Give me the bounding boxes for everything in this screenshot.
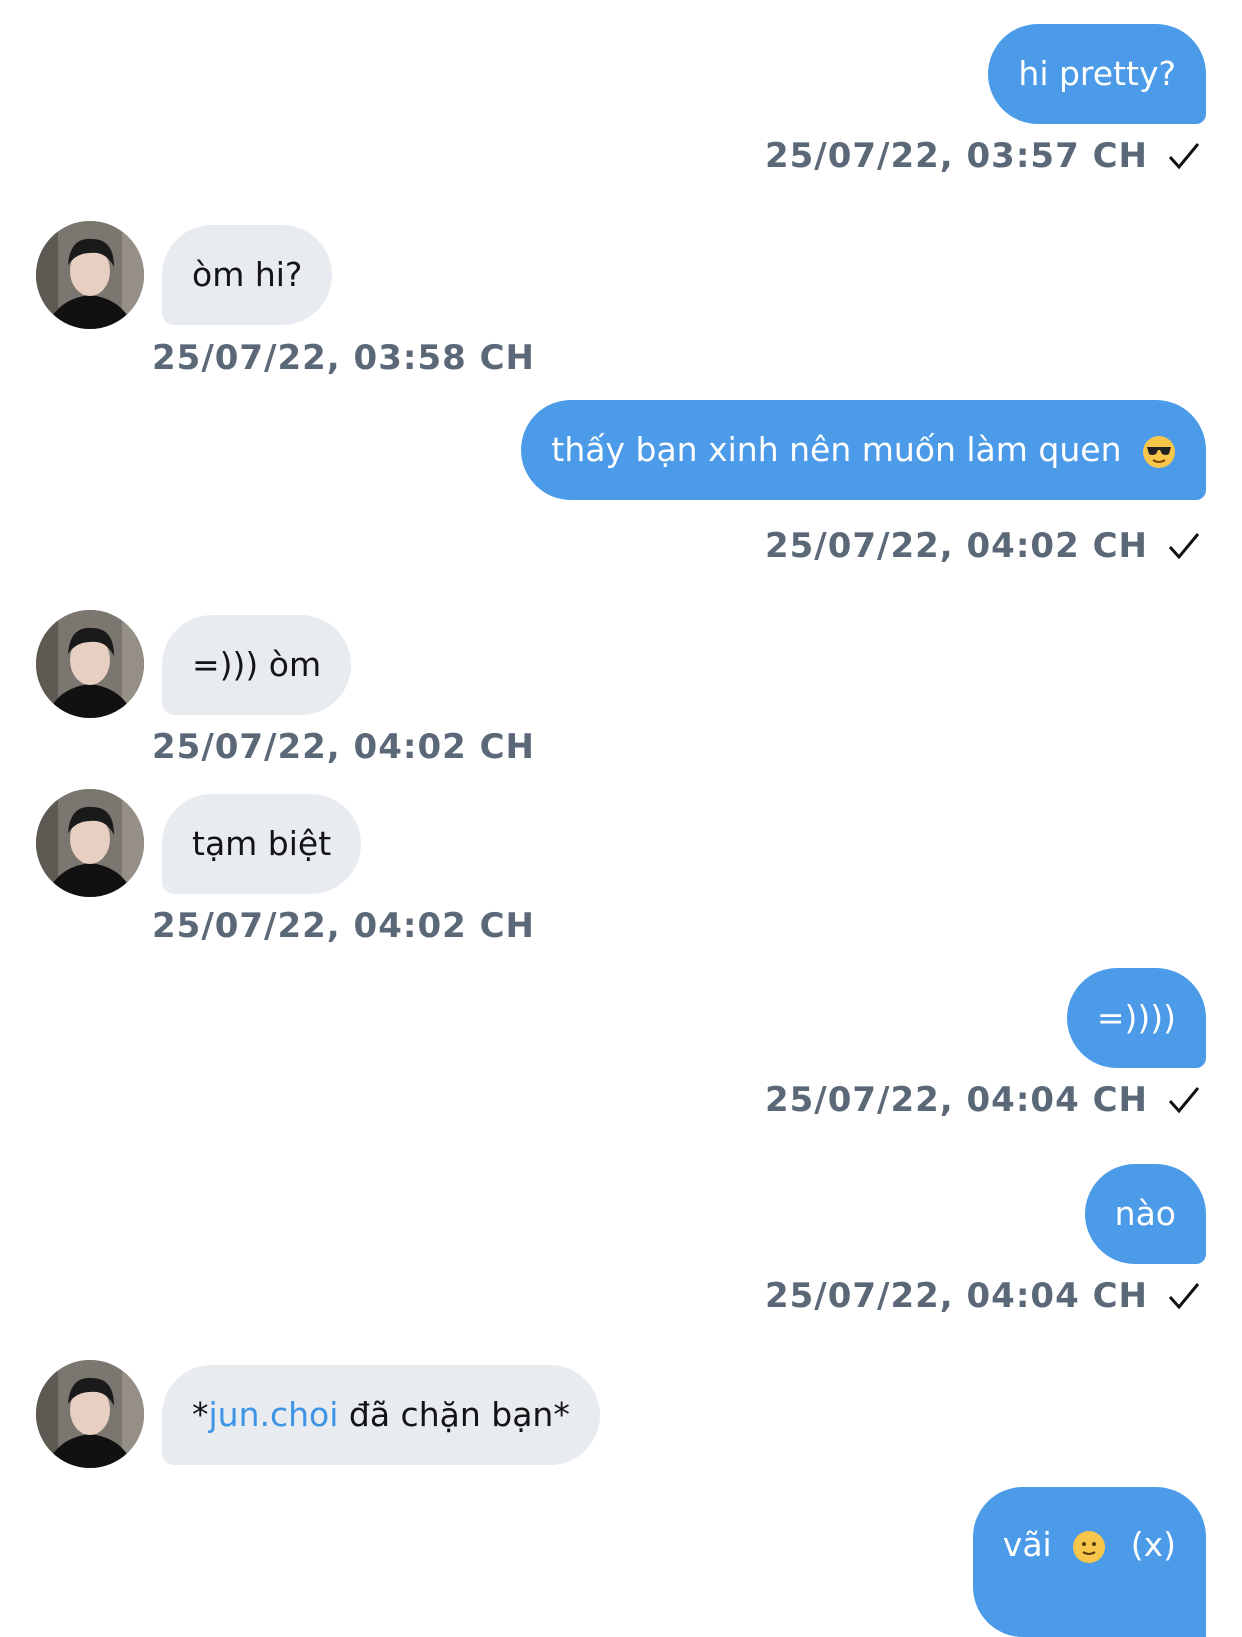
message-meta: 25/07/22, 04:04 CH xyxy=(765,1276,1202,1316)
slight-smile-emoji-icon xyxy=(1073,1530,1106,1563)
incoming-message-bubble[interactable]: *jun.choi đã chặn bạn* xyxy=(162,1365,600,1465)
sunglasses-emoji-icon xyxy=(1143,435,1175,468)
outgoing-message-bubble[interactable]: hi pretty? xyxy=(988,24,1206,124)
outgoing-message-bubble[interactable]: nào xyxy=(1084,1164,1206,1264)
message-text: tạm biệt xyxy=(192,824,332,863)
message-timestamp: 25/07/22, 04:04 CH xyxy=(764,1276,1148,1316)
incoming-message-bubble[interactable]: =))) òm xyxy=(162,615,352,715)
message-text: vãi xyxy=(1002,1525,1052,1564)
message-text: hi pretty? xyxy=(1018,54,1176,93)
message-text-suffix: đã chặn bạn* xyxy=(338,1395,570,1434)
sent-check-icon xyxy=(1168,533,1200,560)
outgoing-message-bubble[interactable]: thấy bạn xinh nên muốn làm quen xyxy=(521,400,1206,500)
message-text: =))) òm xyxy=(192,645,322,684)
contact-avatar[interactable] xyxy=(36,1360,144,1468)
message-timestamp: 25/07/22, 04:02 CH xyxy=(764,526,1148,566)
message-timestamp: 25/07/22, 04:02 CH xyxy=(152,906,536,946)
contact-avatar[interactable] xyxy=(36,610,144,718)
message-meta: 25/07/22, 04:02 CH xyxy=(765,526,1202,566)
incoming-message-bubble[interactable]: tạm biệt xyxy=(162,794,362,894)
outgoing-message-bubble[interactable]: vãi (x) xyxy=(972,1487,1206,1637)
sent-check-icon xyxy=(1168,1087,1200,1114)
message-text: thấy bạn xinh nên muốn làm quen xyxy=(551,430,1122,469)
message-timestamp: 25/07/22, 04:02 CH xyxy=(152,727,536,767)
message-text-suffix: (x) xyxy=(1130,1525,1176,1564)
message-timestamp: 25/07/22, 03:58 CH xyxy=(152,338,536,378)
chat-thread: hi pretty? 25/07/22, 03:57 CH òm hi? 25/… xyxy=(0,0,1242,1637)
message-timestamp: 25/07/22, 03:57 CH xyxy=(764,136,1148,176)
sent-check-icon xyxy=(1168,143,1200,170)
sent-check-icon xyxy=(1168,1283,1200,1310)
message-text: nào xyxy=(1114,1194,1176,1233)
message-text-prefix: * xyxy=(192,1395,209,1434)
outgoing-message-bubble[interactable]: =)))) xyxy=(1066,968,1206,1068)
message-timestamp: 25/07/22, 04:04 CH xyxy=(764,1080,1148,1120)
incoming-message-bubble[interactable]: òm hi? xyxy=(162,225,333,325)
message-text: =)))) xyxy=(1096,998,1176,1037)
message-meta: 25/07/22, 04:04 CH xyxy=(765,1080,1202,1120)
message-text: òm hi? xyxy=(192,255,303,294)
message-meta: 25/07/22, 03:57 CH xyxy=(765,136,1202,176)
contact-avatar[interactable] xyxy=(36,221,144,329)
contact-avatar[interactable] xyxy=(36,789,144,897)
username-link[interactable]: jun.choi xyxy=(209,1395,339,1434)
